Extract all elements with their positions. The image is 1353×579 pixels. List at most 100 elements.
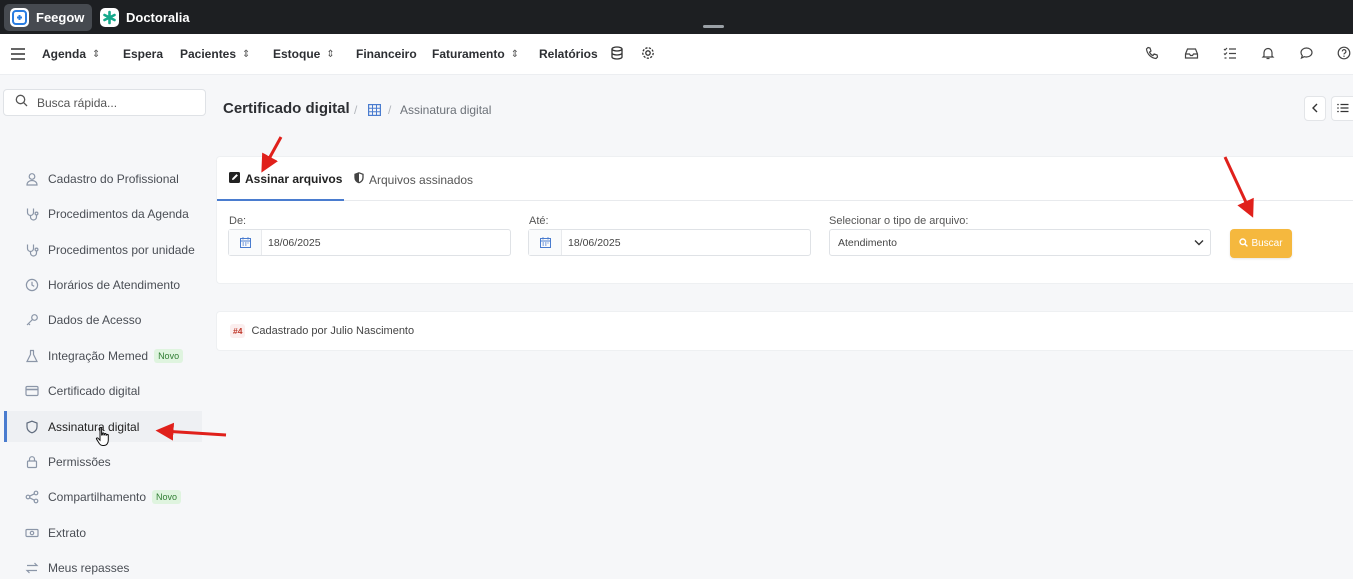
shield-icon xyxy=(25,420,39,434)
buscar-label: Buscar xyxy=(1251,238,1283,249)
key-icon xyxy=(25,313,39,327)
clock-icon xyxy=(25,278,39,292)
chat-icon[interactable] xyxy=(1299,46,1315,62)
nav-faturamento[interactable]: Faturamento ⇕ xyxy=(432,47,519,61)
sort-toggle-icon: ⇕ xyxy=(242,48,251,60)
money-icon xyxy=(25,526,39,540)
sidebar-item-label: Certificado digital xyxy=(48,383,141,398)
nav-financeiro[interactable]: Financeiro xyxy=(356,47,417,61)
breadcrumb-separator: / xyxy=(388,103,392,117)
bell-icon[interactable] xyxy=(1261,46,1277,62)
nav-espera[interactable]: Espera xyxy=(123,47,163,61)
stethoscope-icon xyxy=(25,243,39,257)
tab-arquivos-assinados[interactable]: Arquivos assinados xyxy=(354,172,473,187)
app-tab-label: Feegow xyxy=(36,10,85,25)
database-icon[interactable] xyxy=(610,46,626,62)
sidebar-item-label: Permissões xyxy=(48,454,111,469)
tipo-arquivo-label: Selecionar o tipo de arquivo: xyxy=(829,215,969,227)
feegow-logo-icon xyxy=(10,8,29,27)
nav-pacientes[interactable]: Pacientes ⇕ xyxy=(180,47,250,61)
sidebar-item-extrato[interactable]: Extrato xyxy=(4,517,202,548)
window-drag-handle[interactable] xyxy=(703,25,724,28)
sidebar-item-dados-acesso[interactable]: Dados de Acesso xyxy=(4,304,202,335)
share-icon xyxy=(25,490,39,504)
flask-icon xyxy=(25,349,39,363)
sidebar-item-label: Meus repasses xyxy=(48,560,130,575)
sidebar-item-label: Procedimentos por unidade xyxy=(48,242,195,257)
shield-icon xyxy=(354,172,364,187)
search-input[interactable] xyxy=(37,95,197,110)
ate-date-field[interactable]: 18/06/2025 xyxy=(528,229,811,256)
list-item[interactable]: #4 Cadastrado por Julio Nascimento xyxy=(216,311,1353,351)
chevron-down-icon xyxy=(1194,237,1204,249)
ate-label: Até: xyxy=(529,215,549,227)
buscar-button[interactable]: Buscar xyxy=(1230,229,1292,258)
tab-label: Arquivos assinados xyxy=(369,172,474,187)
doctoralia-logo-icon xyxy=(100,8,119,27)
new-badge: Novo xyxy=(152,489,182,504)
de-label: De: xyxy=(229,215,247,227)
sidebar-item-label: Cadastro do Profissional xyxy=(48,171,179,186)
phone-icon[interactable] xyxy=(1145,46,1161,62)
page-title: Certificado digital xyxy=(223,100,350,117)
de-date-field[interactable]: 18/06/2025 xyxy=(228,229,511,256)
tabs-divider xyxy=(217,200,1353,201)
sidebar-item-label: Integração Memed xyxy=(48,348,149,363)
inbox-icon[interactable] xyxy=(1184,46,1200,62)
user-icon xyxy=(25,172,39,186)
record-number: #4 xyxy=(230,324,246,338)
nav-agenda[interactable]: Agenda ⇕ xyxy=(42,47,100,61)
sidebar-item-label: Dados de Acesso xyxy=(48,312,142,327)
active-tab-indicator xyxy=(217,199,344,201)
stethoscope-icon xyxy=(25,207,39,221)
sort-toggle-icon: ⇕ xyxy=(510,48,520,60)
sidebar-item-label: Procedimentos da Agenda xyxy=(48,206,189,221)
app-tab-feegow[interactable]: Feegow xyxy=(4,4,93,31)
sidebar-item-integracao-memed[interactable]: Integração Memed Novo xyxy=(4,340,202,371)
sidebar-item-label: Compartilhamento xyxy=(48,489,147,504)
sidebar-item-procedimentos-agenda[interactable]: Procedimentos da Agenda xyxy=(4,198,202,229)
list-icon xyxy=(1336,100,1349,118)
app-tab-doctoralia[interactable]: Doctoralia xyxy=(94,4,198,31)
sidebar-item-cadastro-profissional[interactable]: Cadastro do Profissional xyxy=(4,163,202,194)
back-button[interactable] xyxy=(1304,96,1326,121)
sidebar-item-meus-repasses[interactable]: Meus repasses xyxy=(4,552,202,579)
lock-icon xyxy=(25,455,39,469)
edit-square-icon xyxy=(229,172,240,186)
search-icon xyxy=(1239,237,1249,250)
record-text: Cadastrado por Julio Nascimento xyxy=(251,325,415,337)
list-view-button[interactable] xyxy=(1331,96,1353,121)
sidebar-item-horarios[interactable]: Horários de Atendimento xyxy=(4,269,202,300)
search-icon xyxy=(15,94,28,112)
hamburger-menu-icon[interactable] xyxy=(11,47,25,65)
de-date-value: 18/06/2025 xyxy=(268,236,321,249)
chevron-left-icon xyxy=(1311,100,1319,118)
ate-date-value: 18/06/2025 xyxy=(568,236,621,249)
filter-card: Assinar arquivos Arquivos assinados De: … xyxy=(216,156,1353,284)
sidebar-item-label: Extrato xyxy=(48,525,87,540)
breadcrumb-separator: / xyxy=(354,103,358,117)
table-grid-icon[interactable] xyxy=(368,103,382,121)
sidebar-item-procedimentos-unidade[interactable]: Procedimentos por unidade xyxy=(4,234,202,265)
quick-search[interactable] xyxy=(3,89,206,116)
nav-relatorios[interactable]: Relatórios xyxy=(539,47,598,61)
new-badge: Novo xyxy=(154,348,184,363)
tipo-arquivo-select[interactable]: Atendimento xyxy=(829,229,1211,256)
calendar-icon[interactable] xyxy=(229,230,262,255)
calendar-icon[interactable] xyxy=(529,230,562,255)
sidebar-item-certificado-digital[interactable]: Certificado digital xyxy=(4,375,202,406)
sidebar-item-compartilhamento[interactable]: Compartilhamento Novo xyxy=(4,481,202,512)
app-tabs-bar: Feegow Doctoralia xyxy=(0,0,1353,34)
gear-icon[interactable] xyxy=(641,46,657,62)
tab-assinar-arquivos[interactable]: Assinar arquivos xyxy=(229,172,342,186)
card-icon xyxy=(25,384,39,398)
sort-toggle-icon: ⇕ xyxy=(326,48,335,60)
annotation-arrows xyxy=(155,136,1254,441)
transfer-icon xyxy=(25,561,39,575)
sort-toggle-icon: ⇕ xyxy=(92,48,101,60)
breadcrumb: Assinatura digital xyxy=(400,103,492,117)
help-icon[interactable] xyxy=(1337,46,1353,62)
checklist-icon[interactable] xyxy=(1223,46,1239,62)
sidebar-item-label: Horários de Atendimento xyxy=(48,277,181,292)
nav-estoque[interactable]: Estoque ⇕ xyxy=(273,47,335,61)
